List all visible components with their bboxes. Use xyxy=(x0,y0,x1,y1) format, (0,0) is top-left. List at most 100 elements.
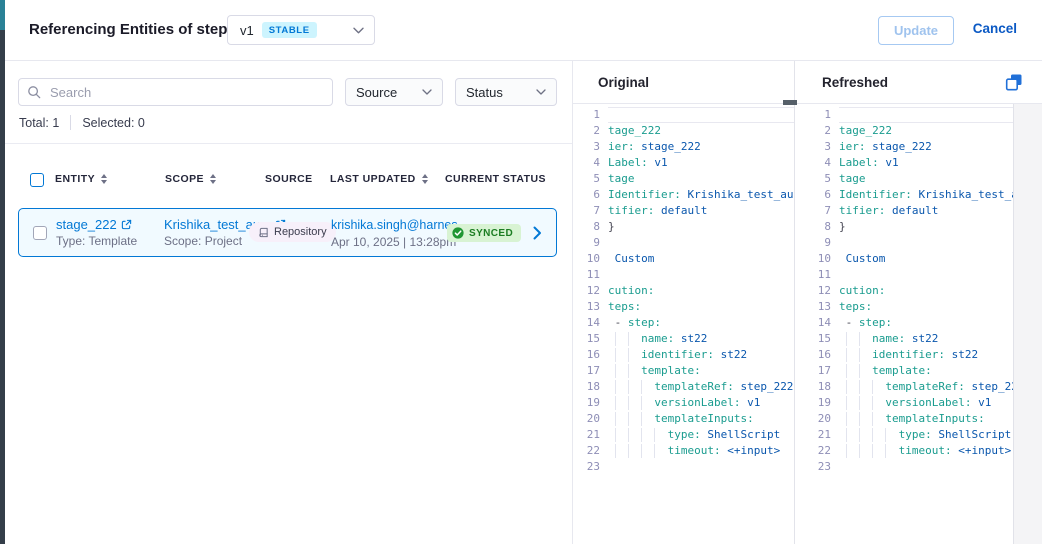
chevron-down-icon xyxy=(353,27,364,34)
code-line: 6Identifier: Krishika_test_aut xyxy=(795,187,1013,203)
indent-guide xyxy=(628,444,629,458)
code-line: 20 templateInputs: xyxy=(795,411,1013,427)
indent-guide xyxy=(628,412,629,426)
status-filter-label: Status xyxy=(466,85,503,100)
indent-guide xyxy=(859,364,860,378)
indent-guide xyxy=(641,428,642,442)
line-number: 3 xyxy=(795,139,839,155)
entities-list-panel: Source Status Total: 1 Selected: 0 ENTIT… xyxy=(5,61,572,544)
refreshed-code-pane[interactable]: 12tage_2223ier: stage_2224Label: v15tage… xyxy=(795,104,1013,544)
version-dropdown[interactable]: v1 STABLE xyxy=(227,15,375,45)
line-number: 7 xyxy=(795,203,839,219)
row-expand-chevron-icon[interactable] xyxy=(533,226,542,240)
indent-guide xyxy=(641,412,642,426)
code-line: 19 versionLabel: v1 xyxy=(795,395,1013,411)
line-number: 3 xyxy=(573,139,608,155)
code-text: identifier: st22 xyxy=(839,347,1013,363)
indent-guide xyxy=(654,428,655,442)
stable-badge: STABLE xyxy=(262,22,317,38)
code-text xyxy=(839,107,1013,123)
line-number: 18 xyxy=(795,379,839,395)
indent-guide xyxy=(615,364,616,378)
code-line: 20 templateInputs: xyxy=(573,411,794,427)
code-text: ier: stage_222 xyxy=(608,139,794,155)
select-all-checkbox[interactable] xyxy=(30,173,44,187)
line-number: 12 xyxy=(795,283,839,299)
code-text: teps: xyxy=(839,299,1013,315)
column-header-last-updated[interactable]: LAST UPDATED xyxy=(330,173,428,185)
source-filter-dropdown[interactable]: Source xyxy=(345,78,443,106)
yaml-diff-panel: Original Refreshed 12tage_2223ier: stage… xyxy=(572,61,1042,544)
indent-guide xyxy=(628,332,629,346)
code-line: 4Label: v1 xyxy=(573,155,794,171)
code-text: cution: xyxy=(608,283,794,299)
indent-guide xyxy=(846,364,847,378)
referencing-entities-modal: Referencing Entities of step_222 v1 STAB… xyxy=(5,0,1042,544)
search-input[interactable] xyxy=(48,84,324,101)
indent-guide xyxy=(885,444,886,458)
update-button[interactable]: Update xyxy=(878,16,954,45)
diff-panes: 12tage_2223ier: stage_2224Label: v15tage… xyxy=(573,104,1042,544)
source-badge: Repository xyxy=(249,222,336,242)
code-line: 5tage xyxy=(573,171,794,187)
code-line: 10 Custom xyxy=(573,251,794,267)
sort-icon[interactable] xyxy=(101,174,107,184)
code-line: 23 xyxy=(573,459,794,475)
code-text: teps: xyxy=(608,299,794,315)
overview-ruler[interactable] xyxy=(1013,104,1042,544)
indent-guide xyxy=(641,444,642,458)
copy-icon[interactable] xyxy=(1005,73,1023,91)
source-label: Repository xyxy=(274,226,327,238)
code-line: 17 template: xyxy=(573,363,794,379)
line-number: 21 xyxy=(573,427,608,443)
line-number: 8 xyxy=(573,219,608,235)
code-line: 10 Custom xyxy=(795,251,1013,267)
column-header-scope[interactable]: SCOPE xyxy=(165,173,216,185)
code-line: 18 templateRef: step_222 xyxy=(795,379,1013,395)
code-line: 2tage_222 xyxy=(573,123,794,139)
column-header-entity[interactable]: ENTITY xyxy=(55,173,107,185)
code-line: 1 xyxy=(573,107,794,123)
code-line: 2tage_222 xyxy=(795,123,1013,139)
line-number: 20 xyxy=(795,411,839,427)
search-box[interactable] xyxy=(18,78,333,106)
code-line: 22 timeout: <+input> xyxy=(573,443,794,459)
table-row[interactable]: stage_222 Type: Template Krishika_test_a… xyxy=(18,208,557,257)
external-link-icon[interactable] xyxy=(121,219,132,230)
entity-link[interactable]: stage_222 xyxy=(56,216,132,233)
indent-guide xyxy=(615,380,616,394)
entity-cell: stage_222 Type: Template xyxy=(56,216,137,250)
status-filter-dropdown[interactable]: Status xyxy=(455,78,557,106)
indent-guide xyxy=(654,444,655,458)
code-text: Custom xyxy=(839,251,1013,267)
indent-guide xyxy=(615,444,616,458)
code-line: 15 name: st22 xyxy=(795,331,1013,347)
indent-guide xyxy=(846,348,847,362)
code-line: 5tage xyxy=(795,171,1013,187)
sort-icon[interactable] xyxy=(422,174,428,184)
column-label: ENTITY xyxy=(55,173,95,185)
code-text: - step: xyxy=(608,315,794,331)
cancel-button[interactable]: Cancel xyxy=(973,21,1017,36)
code-text: template: xyxy=(839,363,1013,379)
code-text: Custom xyxy=(608,251,794,267)
indent-guide xyxy=(615,348,616,362)
line-number: 21 xyxy=(795,427,839,443)
sort-icon[interactable] xyxy=(210,174,216,184)
total-count: Total: 1 xyxy=(19,116,59,130)
code-line: 7tifier: default xyxy=(573,203,794,219)
diff-header: Original Refreshed xyxy=(573,61,1042,104)
line-number: 20 xyxy=(573,411,608,427)
original-code-pane[interactable]: 12tage_2223ier: stage_2224Label: v15tage… xyxy=(573,104,794,544)
code-text: ier: stage_222 xyxy=(839,139,1013,155)
code-line: 11 xyxy=(795,267,1013,283)
row-checkbox[interactable] xyxy=(33,226,47,240)
line-number: 4 xyxy=(573,155,608,171)
line-number: 1 xyxy=(573,107,608,123)
code-text: versionLabel: v1 xyxy=(608,395,794,411)
code-text: templateRef: step_222 xyxy=(839,379,1013,395)
code-text: type: ShellScript xyxy=(839,427,1013,443)
page: { "header": { "title": "Referencing Enti… xyxy=(0,0,1042,544)
indent-guide xyxy=(628,348,629,362)
indent-guide xyxy=(641,396,642,410)
